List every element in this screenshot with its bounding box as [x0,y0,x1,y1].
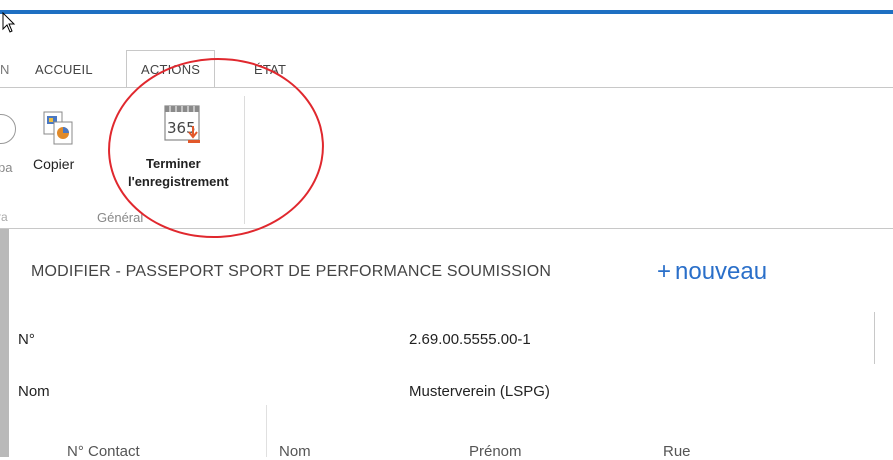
column-header-street[interactable]: Rue [663,443,691,460]
field-label-name: Nom [18,383,50,400]
field-value-number: 2.69.00.5555.00-1 [409,331,531,348]
ribbon-group-label: Général [97,210,144,225]
partial-group-label: ra [0,210,8,224]
page-title: MODIFIER - PASSEPORT SPORT DE PERFORMANC… [31,263,552,280]
new-button[interactable]: + nouveau [657,258,767,286]
mouse-cursor-icon [2,12,16,33]
partial-button-label: pa [0,160,13,175]
tab-accueil[interactable]: ACCUEIL [35,62,93,77]
scroll-divider [874,312,875,364]
tab-strip-border [0,87,893,88]
copy-label: Copier [33,156,75,172]
column-header-name[interactable]: Nom [279,443,311,460]
column-header-firstname[interactable]: Prénom [469,443,522,460]
copy-icon [43,111,73,145]
field-label-number: N° [18,331,35,348]
new-button-label: nouveau [675,258,768,285]
column-header-contact-number[interactable]: N° Contact [67,443,140,460]
field-value-name: Musterverein (LSPG) [409,383,550,400]
globe-icon [0,114,16,144]
left-gray-stripe [0,229,9,457]
plus-icon: + [657,258,672,285]
column-separator [266,405,267,457]
ribbon-bottom-border [0,228,893,229]
accent-bar [0,10,893,14]
copy-button[interactable] [30,110,88,146]
tab-partial[interactable]: N [0,62,9,77]
ribbon-partial-group: pa ra [0,100,16,230]
